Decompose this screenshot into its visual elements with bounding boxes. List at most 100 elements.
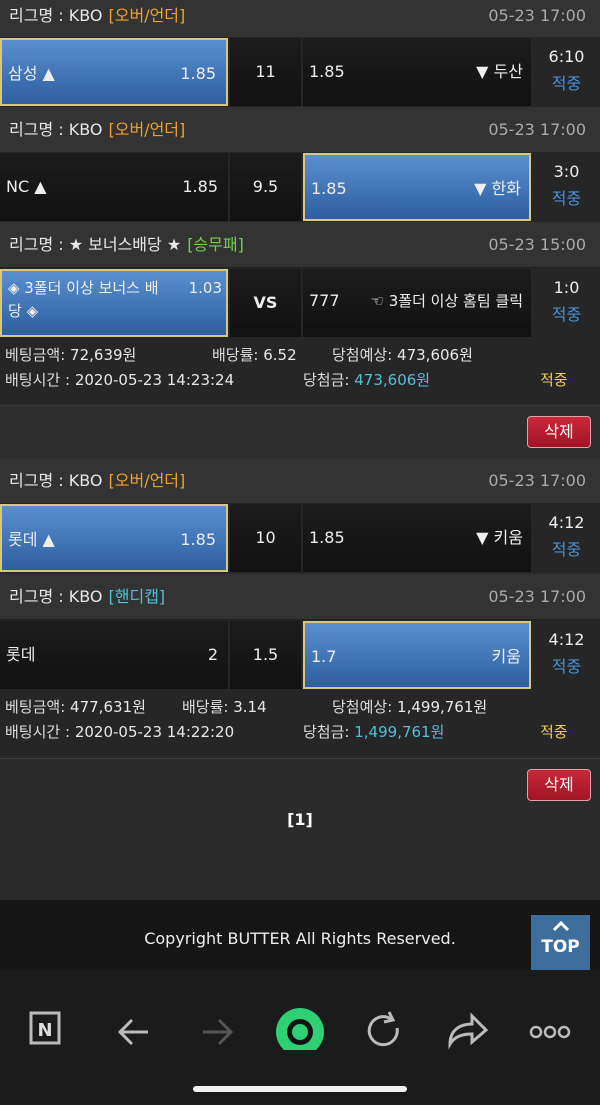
game-time: 05-23 17:00: [488, 471, 586, 490]
win-amount-value: 1,499,761원: [354, 723, 445, 741]
odds-rate: 배당률: 3.14: [182, 696, 267, 717]
away-odds: 777: [309, 291, 340, 310]
league-name: 리그명 : ★ 보너스배당 ★: [9, 235, 182, 254]
league-name: 리그명 : KBO: [9, 587, 103, 606]
odds-rate: 배당률: 6.52: [212, 344, 297, 365]
naver-n-icon[interactable]: N: [19, 990, 79, 1050]
odds-rate-label: 배당률:: [212, 346, 259, 364]
copyright-text: Copyright BUTTER All Rights Reserved.: [144, 929, 456, 948]
forward-arrow-icon[interactable]: [187, 990, 247, 1050]
home-odds: 1.85: [180, 530, 216, 549]
result-status: 적중: [551, 74, 582, 93]
home-team-button[interactable]: 롯데 2: [0, 621, 228, 689]
league-header: 리그명 : KBO [오버/언더] 05-23 17:00: [0, 0, 600, 39]
away-odds: 1.85: [309, 528, 345, 547]
bet-amount-value: 72,639원: [70, 346, 137, 364]
away-team-name: ▼ 두산: [476, 62, 523, 81]
match-row: 롯데 2 1.5 1.7 키움 4:12 적중: [0, 620, 600, 690]
home-team-name-line1: ◈ 3폴더 이상 보너스 배: [8, 279, 159, 297]
away-team-name: ▼ 한화: [474, 179, 521, 198]
delete-button[interactable]: 삭제: [527, 769, 591, 801]
back-arrow-icon[interactable]: [104, 990, 164, 1050]
bet-info: 베팅금액: 477,631원 배당률: 3.14 당첨예상: 1,499,761…: [0, 690, 600, 756]
handicap-value[interactable]: 10: [230, 504, 301, 572]
final-score: 1:0: [553, 278, 580, 297]
final-score: 4:12: [548, 513, 585, 532]
league-header: 리그명 : KBO [오버/언더] 05-23 17:00: [0, 107, 600, 153]
handicap-value[interactable]: 11: [230, 38, 301, 106]
away-team-button[interactable]: 1.7 키움: [303, 621, 531, 689]
win-amount: 당첨금: 473,606원: [303, 369, 430, 390]
bet-amount-value: 477,631원: [70, 698, 146, 716]
share-icon[interactable]: [436, 990, 496, 1050]
bet-amount-label: 베팅금액:: [5, 698, 66, 716]
away-team-button[interactable]: 777 ☜ 3폴더 이상 홈팀 클릭: [303, 269, 531, 337]
reload-icon[interactable]: [353, 990, 413, 1050]
bet-type: [승무패]: [187, 235, 244, 254]
match-row: 롯데 ▲ 1.85 10 1.85 ▼ 키움 4:12 적중: [0, 503, 600, 573]
result-status: 적중: [551, 657, 582, 676]
green-dot-home-icon[interactable]: [270, 990, 330, 1056]
delete-row: 삭제: [0, 405, 600, 457]
league-header: 리그명 : KBO [핸디캡] 05-23 17:00: [0, 574, 600, 620]
away-odds: 1.85: [311, 179, 347, 198]
home-team-name: 롯데 ▲: [8, 530, 55, 549]
league-name: 리그명 : KBO: [9, 471, 103, 490]
scroll-top-label: TOP: [541, 937, 580, 957]
bet-amount-label: 베팅금액:: [5, 346, 66, 364]
game-time: 05-23 17:00: [488, 587, 586, 606]
league-name: 리그명 : KBO: [9, 120, 103, 139]
scroll-top-button[interactable]: TOP: [531, 915, 590, 970]
bet-type: [핸디캡]: [108, 587, 166, 606]
expected-win-value: 1,499,761원: [397, 698, 488, 716]
home-odds: 1.03: [188, 279, 222, 297]
home-team-button[interactable]: NC ▲ 1.85: [0, 153, 228, 221]
more-dots-icon[interactable]: [520, 990, 580, 1050]
away-team-button[interactable]: 1.85 ▼ 한화: [303, 153, 531, 221]
naver-n-letter: N: [37, 1020, 52, 1041]
bet-status: 적중: [540, 723, 568, 741]
away-team-button[interactable]: 1.85 ▼ 키움: [303, 504, 531, 572]
league-header: 리그명 : KBO [오버/언더] 05-23 17:00: [0, 458, 600, 504]
league-header: 리그명 : ★ 보너스배당 ★ [승무패] 05-23 15:00: [0, 222, 600, 268]
bet-type: [오버/언더]: [108, 6, 186, 25]
home-team-name: 롯데: [6, 645, 36, 664]
away-team-name: ▼ 키움: [476, 528, 523, 547]
bet-time: 배팅시간 : 2020-05-23 14:23:24: [5, 369, 234, 390]
versus-label: VS: [230, 269, 301, 337]
away-team-button[interactable]: 1.85 ▼ 두산: [303, 38, 531, 106]
expected-win: 당첨예상: 1,499,761원: [332, 696, 487, 717]
home-team-button[interactable]: 롯데 ▲ 1.85: [0, 504, 228, 572]
odds-rate-label: 배당률:: [182, 698, 229, 716]
bet-time-label: 배팅시간 :: [5, 723, 71, 741]
bet-time-value: 2020-05-23 14:23:24: [74, 371, 235, 389]
home-team-button[interactable]: 삼성 ▲ 1.85: [0, 38, 228, 106]
home-team-name-line2: 당 ◈: [8, 302, 39, 320]
footer: Copyright BUTTER All Rights Reserved. TO…: [0, 900, 600, 970]
away-odds: 1.7: [311, 647, 337, 666]
browser-toolbar: N: [0, 970, 600, 1105]
win-amount-label: 당첨금:: [303, 723, 350, 741]
bet-type: [오버/언더]: [108, 471, 186, 490]
bet-time: 배팅시간 : 2020-05-23 14:22:20: [5, 721, 234, 742]
win-amount-label: 당첨금:: [303, 371, 350, 389]
pagination-current[interactable]: [1]: [0, 810, 600, 829]
bet-status: 적중: [540, 371, 568, 389]
bet-type: [오버/언더]: [108, 120, 186, 139]
home-odds: 2: [207, 645, 218, 664]
delete-button[interactable]: 삭제: [527, 416, 591, 448]
home-team-button[interactable]: ◈ 3폴더 이상 보너스 배 당 ◈ 1.03: [0, 269, 228, 337]
win-amount-value: 473,606원: [354, 371, 431, 389]
handicap-value[interactable]: 9.5: [230, 153, 301, 221]
league-name: 리그명 : KBO: [9, 6, 103, 25]
home-indicator[interactable]: [193, 1086, 407, 1092]
handicap-value[interactable]: 1.5: [230, 621, 301, 689]
home-odds: 1.85: [182, 177, 218, 196]
delete-row: 삭제: [0, 758, 600, 900]
match-row: 삼성 ▲ 1.85 11 1.85 ▼ 두산 6:10 적중: [0, 37, 600, 107]
result-status: 적중: [551, 540, 582, 559]
expected-win: 당첨예상: 473,606원: [332, 344, 473, 365]
result-status: 적중: [551, 189, 582, 208]
result-status: 적중: [551, 305, 582, 324]
match-row: ◈ 3폴더 이상 보너스 배 당 ◈ 1.03 VS 777 ☜ 3폴더 이상 …: [0, 268, 600, 338]
